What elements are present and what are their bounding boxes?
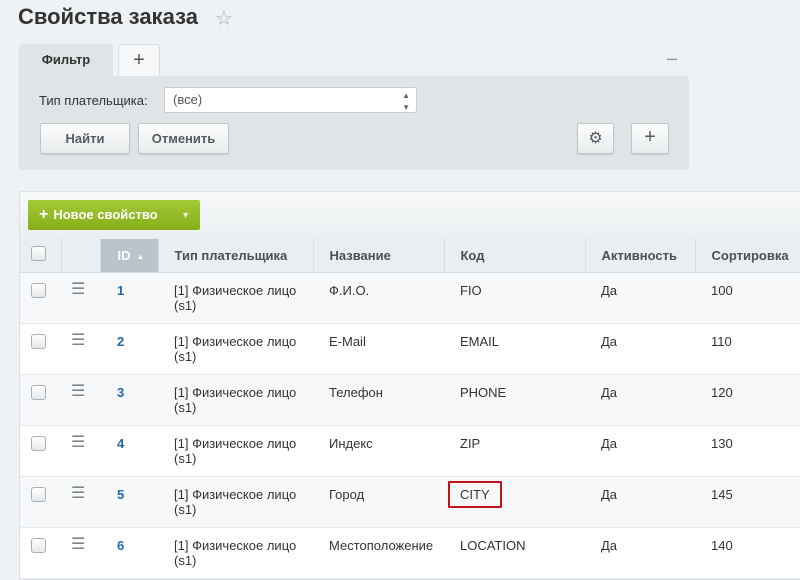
- filter-panel: Тип плательщика: (все) ▲ ▼ Найти Отменить…: [19, 76, 689, 170]
- row-code: LOCATION: [444, 527, 585, 579]
- row-checkbox-cell: [20, 425, 61, 477]
- row-checkbox-cell: [20, 272, 61, 324]
- row-id-link[interactable]: 6: [100, 527, 158, 579]
- add-filter-field-button[interactable]: +: [631, 123, 669, 154]
- row-sort: 110: [695, 323, 800, 375]
- payer-type-label: Тип плательщика:: [39, 93, 148, 108]
- new-property-label: Новое свойство: [53, 207, 158, 222]
- row-sort: 120: [695, 374, 800, 426]
- row-menu-icon[interactable]: ☰: [61, 374, 100, 426]
- new-property-button[interactable]: + Новое свойство ▼: [28, 200, 200, 230]
- row-sort: 145: [695, 476, 800, 528]
- table-row[interactable]: ☰ 1 [1] Физическое лицо (s1) Ф.И.О. FIO …: [20, 272, 800, 324]
- row-sort: 100: [695, 272, 800, 324]
- table-row[interactable]: ☰ 5 [1] Физическое лицо (s1) Город CITY …: [20, 476, 800, 528]
- row-code: ZIP: [444, 425, 585, 477]
- row-active: Да: [585, 323, 695, 375]
- row-active: Да: [585, 527, 695, 579]
- column-header-id-label: ID: [117, 247, 131, 263]
- cancel-button[interactable]: Отменить: [138, 123, 229, 154]
- menu-header-cell: [61, 239, 101, 273]
- row-checkbox-cell: [20, 476, 61, 528]
- row-checkbox[interactable]: [31, 486, 46, 502]
- row-menu-icon[interactable]: ☰: [61, 323, 100, 375]
- column-header-active[interactable]: Активность: [585, 239, 696, 273]
- sort-ascending-icon: ▲: [136, 251, 145, 261]
- column-header-name[interactable]: Название: [313, 239, 445, 273]
- column-header-id[interactable]: ID ▲: [100, 239, 159, 273]
- row-name: Город: [313, 476, 444, 528]
- filter-tab[interactable]: Фильтр: [19, 44, 113, 76]
- row-menu-icon[interactable]: ☰: [61, 425, 100, 477]
- row-payer-type: [1] Физическое лицо (s1): [158, 476, 313, 528]
- row-payer-type: [1] Физическое лицо (s1): [158, 323, 313, 375]
- row-name: Ф.И.О.: [313, 272, 444, 324]
- find-button[interactable]: Найти: [40, 123, 130, 154]
- highlighted-code-box: CITY: [448, 480, 502, 508]
- column-header-code[interactable]: Код: [444, 239, 586, 273]
- plus-icon: +: [39, 206, 49, 223]
- row-active: Да: [585, 272, 695, 324]
- row-name: Местоположение: [313, 527, 444, 579]
- row-payer-type: [1] Физическое лицо (s1): [158, 527, 313, 579]
- row-menu-icon[interactable]: ☰: [61, 527, 100, 579]
- select-all-cell: [20, 239, 62, 273]
- row-checkbox-cell: [20, 527, 61, 579]
- row-id-link[interactable]: 3: [100, 374, 158, 426]
- row-menu-icon[interactable]: ☰: [61, 476, 100, 528]
- row-menu-icon[interactable]: ☰: [61, 272, 100, 324]
- add-filter-tab-button[interactable]: +: [118, 44, 160, 76]
- row-active: Да: [585, 476, 695, 528]
- row-checkbox[interactable]: [31, 537, 46, 553]
- row-checkbox-cell: [20, 374, 61, 426]
- row-code: FIO: [444, 272, 585, 324]
- filter-settings-button[interactable]: ⚙: [577, 123, 614, 154]
- row-name: Телефон: [313, 374, 444, 426]
- favorite-star-icon[interactable]: ☆: [215, 6, 233, 31]
- row-name: E-Mail: [313, 323, 444, 375]
- row-id-link[interactable]: 4: [100, 425, 158, 477]
- row-checkbox[interactable]: [31, 282, 46, 298]
- list-panel: + Новое свойство ▼ ID ▲ Тип плательщика На…: [19, 191, 800, 580]
- row-payer-type: [1] Физическое лицо (s1): [158, 272, 313, 324]
- row-sort: 130: [695, 425, 800, 477]
- table-header-row: ID ▲ Тип плательщика Название Код Активно…: [20, 239, 800, 273]
- properties-table: ID ▲ Тип плательщика Название Код Активно…: [20, 239, 800, 579]
- row-id-link[interactable]: 1: [100, 272, 158, 324]
- row-payer-type: [1] Физическое лицо (s1): [158, 425, 313, 477]
- row-name: Индекс: [313, 425, 444, 477]
- row-payer-type: [1] Физическое лицо (s1): [158, 374, 313, 426]
- table-row[interactable]: ☰ 3 [1] Физическое лицо (s1) Телефон PHO…: [20, 374, 800, 426]
- page-title: Свойства заказа: [18, 4, 198, 29]
- select-all-checkbox[interactable]: [31, 246, 46, 262]
- row-code: CITY: [444, 476, 585, 528]
- row-active: Да: [585, 425, 695, 477]
- gear-icon: ⚙: [588, 130, 603, 147]
- row-active: Да: [585, 374, 695, 426]
- column-header-sort[interactable]: Сортировка: [695, 239, 800, 273]
- row-checkbox[interactable]: [31, 435, 46, 451]
- table-row[interactable]: ☰ 4 [1] Физическое лицо (s1) Индекс ZIP …: [20, 425, 800, 477]
- row-checkbox[interactable]: [31, 333, 46, 349]
- column-header-payer-type[interactable]: Тип плательщика: [158, 239, 314, 273]
- row-id-link[interactable]: 5: [100, 476, 158, 528]
- select-arrows-icon: ▲ ▼: [402, 91, 410, 112]
- row-id-link[interactable]: 2: [100, 323, 158, 375]
- payer-type-value: (все): [173, 92, 203, 107]
- row-code: EMAIL: [444, 323, 585, 375]
- payer-type-select[interactable]: (все) ▲ ▼: [164, 87, 417, 113]
- collapse-filter-icon[interactable]: –: [667, 48, 677, 69]
- row-code: PHONE: [444, 374, 585, 426]
- row-sort: 140: [695, 527, 800, 579]
- table-row[interactable]: ☰ 6 [1] Физическое лицо (s1) Местоположе…: [20, 527, 800, 579]
- list-toolbar: + Новое свойство ▼: [20, 192, 800, 239]
- table-row[interactable]: ☰ 2 [1] Физическое лицо (s1) E-Mail EMAI…: [20, 323, 800, 375]
- row-checkbox[interactable]: [31, 384, 46, 400]
- row-checkbox-cell: [20, 323, 61, 375]
- chevron-down-icon[interactable]: ▼: [181, 200, 190, 230]
